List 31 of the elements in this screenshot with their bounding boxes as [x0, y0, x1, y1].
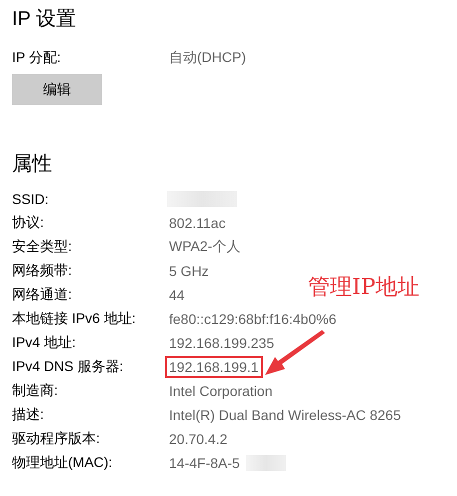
property-value: Intel(R) Dual Band Wireless-AC 8265: [168, 406, 402, 425]
property-label: 协议:: [12, 214, 45, 232]
property-label: IPv4 地址:: [12, 334, 77, 352]
property-label: 制造商:: [12, 382, 59, 400]
redacted-block: [167, 191, 237, 207]
property-label: 网络通道:: [12, 286, 73, 304]
redacted-block: [246, 455, 286, 471]
property-value: 5 GHz: [168, 262, 210, 281]
property-value: WPA2-个人: [168, 237, 242, 256]
section-title: 属性: [12, 152, 52, 177]
field-label: IP 分配:: [12, 49, 62, 67]
property-value: 20.70.4.2: [168, 430, 228, 449]
property-label: SSID:: [12, 191, 50, 207]
property-value: 802.11ac: [168, 214, 227, 233]
edit-button[interactable]: 编辑: [12, 74, 102, 105]
property-label: 安全类型:: [12, 238, 73, 256]
property-value: 192.168.199.1: [165, 356, 263, 378]
property-value: fe80::c129:68bf:f16:4b0%6: [168, 310, 338, 329]
property-label: 网络频带:: [12, 262, 73, 280]
property-label: 描述:: [12, 406, 45, 424]
section-title: IP 设置: [12, 7, 76, 32]
property-label: 物理地址(MAC):: [12, 454, 114, 472]
property-value: 14-4F-8A-5: [168, 454, 241, 473]
property-value: 192.168.199.235: [168, 334, 276, 353]
property-label: IPv4 DNS 服务器:: [12, 358, 124, 376]
property-value: Intel Corporation: [168, 382, 274, 401]
property-label: 驱动程序版本:: [12, 430, 101, 448]
annotation-text: 管理IP地址: [308, 274, 420, 302]
property-label: 本地链接 IPv6 地址:: [12, 310, 137, 328]
field-value: 自动(DHCP): [168, 48, 247, 67]
property-value: 44: [168, 286, 186, 305]
